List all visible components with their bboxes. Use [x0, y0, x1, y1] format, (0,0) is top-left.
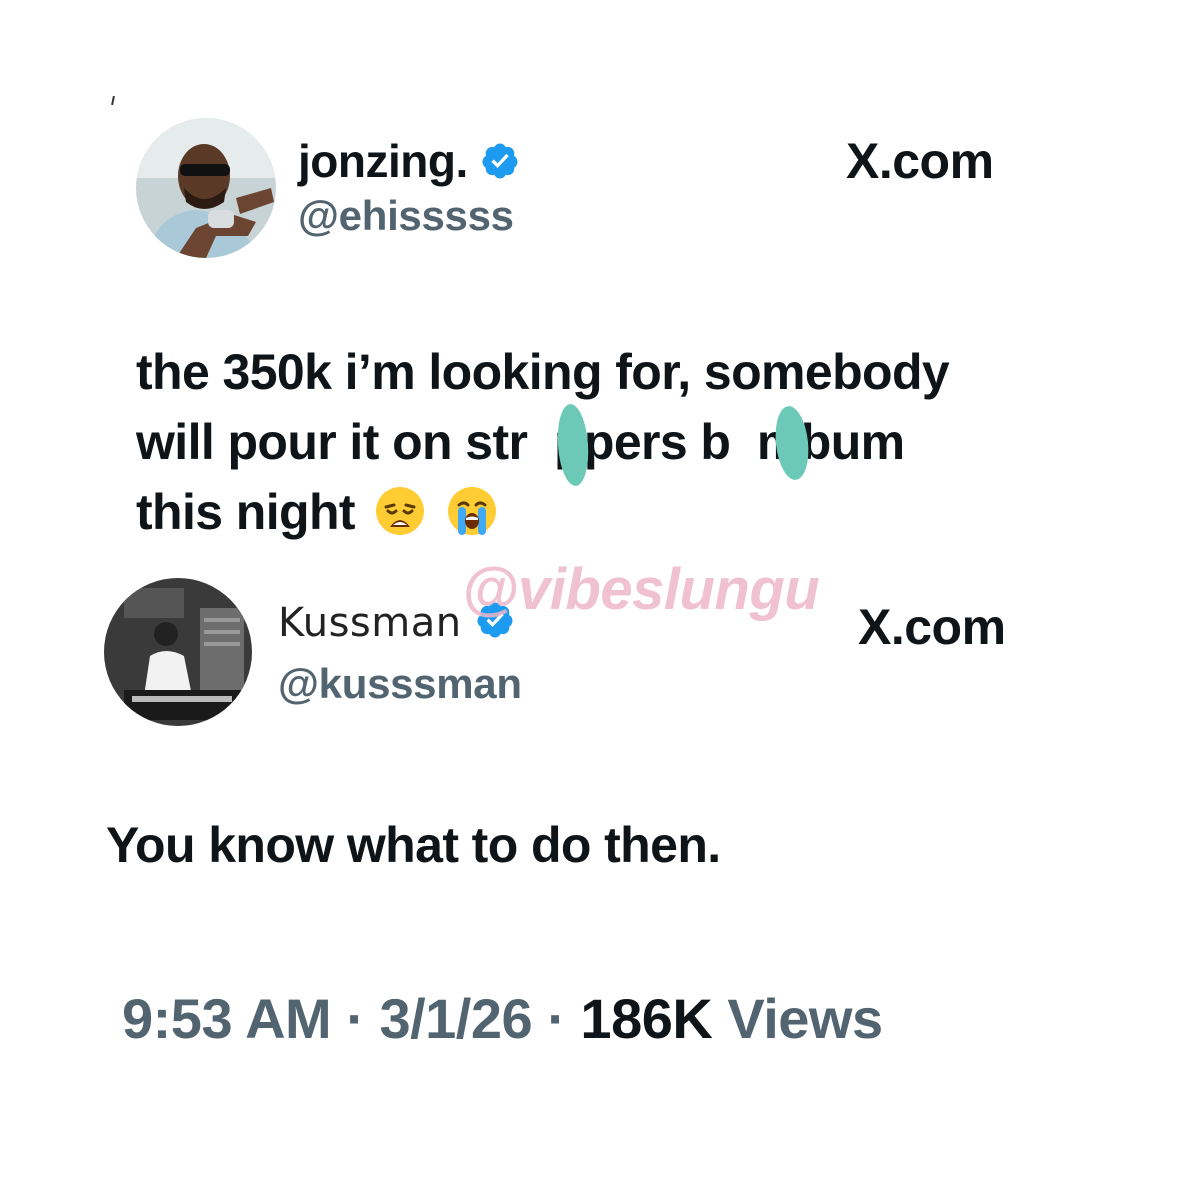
reply-source-label-text: X.com: [858, 599, 1006, 655]
tweet-line-3: this night: [136, 477, 1096, 555]
reply-author-handle[interactable]: @kusssman: [278, 660, 522, 708]
author-handle[interactable]: @ehisssss: [298, 192, 514, 240]
stray-mark: [111, 95, 115, 106]
avatar-jonzing[interactable]: [136, 118, 276, 258]
watermark: @vibeslungu: [462, 557, 820, 622]
source-label-text: X.com: [846, 133, 994, 189]
meta-separator: ·: [346, 987, 365, 1050]
reply-author-name-text[interactable]: Kussman: [278, 600, 462, 646]
views-count: 186K: [580, 987, 713, 1050]
author-name-text[interactable]: jonzing.: [298, 135, 468, 187]
tweet-line-2: will pour it on str ppers b mbum: [136, 414, 905, 470]
reply-text: You know what to do then.: [106, 817, 721, 873]
tweet-line-3-text: this night: [136, 484, 356, 540]
tweet-text: the 350k i’m looking for, somebody will …: [136, 337, 1096, 555]
author-name[interactable]: jonzing.: [298, 134, 520, 192]
avatar-kussman[interactable]: [104, 578, 252, 726]
loudly-crying-face-icon: [446, 485, 498, 555]
weary-face-icon: [374, 485, 426, 555]
views-label: Views: [727, 987, 883, 1050]
tweet-line-1: the 350k i’m looking for, somebody: [136, 344, 950, 400]
reply-source-label: X.com: [858, 598, 1006, 656]
tweet-date[interactable]: 3/1/26: [379, 987, 532, 1050]
meta-separator: ·: [547, 987, 566, 1050]
verified-badge-icon: [480, 138, 520, 192]
source-label: X.com: [846, 132, 994, 190]
tweet-time[interactable]: 9:53 AM: [122, 987, 332, 1050]
tweet-meta: 9:53 AM · 3/1/26 · 186K Views: [122, 986, 883, 1051]
